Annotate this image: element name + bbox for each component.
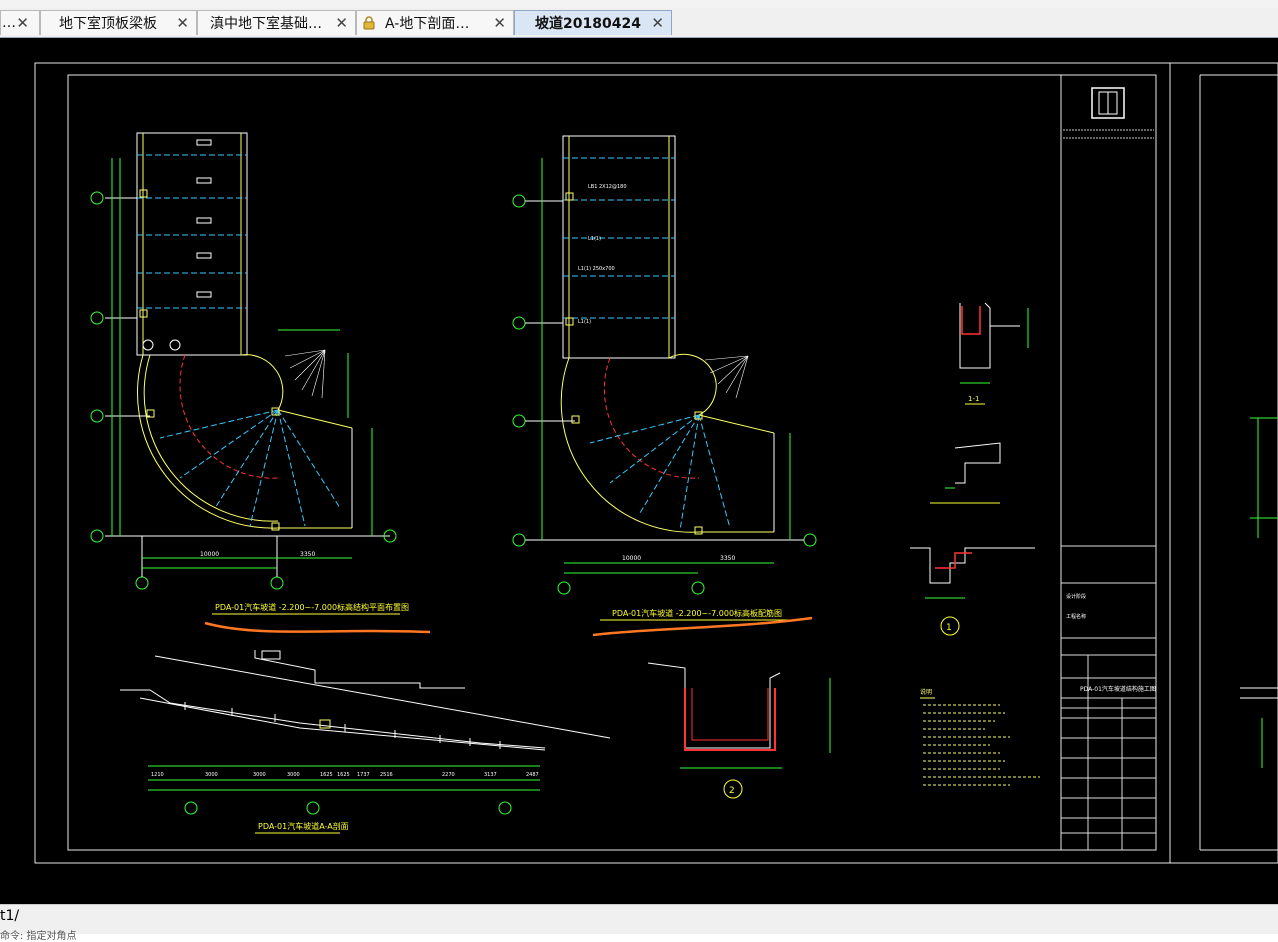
title-block: PDA-01汽车坡道结构施工图 设计阶段 工程名称 bbox=[1061, 87, 1156, 850]
close-icon[interactable]: ✕ bbox=[335, 14, 348, 32]
svg-text:设计阶段: 设计阶段 bbox=[1066, 593, 1086, 600]
tab-overflow[interactable]: … ✕ bbox=[0, 10, 40, 35]
svg-text:1625: 1625 bbox=[320, 772, 333, 778]
svg-text:2487: 2487 bbox=[526, 772, 539, 778]
tab-label: 坡道20180424 bbox=[535, 16, 641, 32]
tab-label: 地下室顶板梁板 bbox=[59, 16, 157, 32]
layout-tab[interactable]: t1/ bbox=[0, 908, 19, 924]
close-icon[interactable]: ✕ bbox=[16, 14, 29, 32]
svg-text:3137: 3137 bbox=[484, 772, 497, 778]
document-tab-bar: … ✕ 地下室顶板梁板 ✕ 滇中地下室基础… ✕ A-地下剖面… ✕ 坡道201… bbox=[0, 8, 1278, 38]
tab-label: A-地下剖面… bbox=[385, 16, 470, 32]
section-a-a: 1210 3000 3000 3000 1625 1625 1737 2516 … bbox=[120, 650, 611, 834]
svg-text:3350: 3350 bbox=[720, 555, 735, 562]
layout-tab-bar: t1/ 命令: 指定对角点 bbox=[0, 904, 1278, 942]
close-icon[interactable]: ✕ bbox=[651, 14, 664, 32]
svg-text:1: 1 bbox=[946, 623, 952, 633]
next-sheet-partial bbox=[1240, 417, 1278, 768]
svg-text:3000: 3000 bbox=[205, 772, 218, 778]
svg-text:工程名称: 工程名称 bbox=[1066, 613, 1086, 620]
right-ramp-plan: LB1 2X12@180 L1(1) L1(1) 250x700 L1(1) 1… bbox=[512, 135, 817, 637]
cad-drawing-canvas[interactable]: PDA-01汽车坡道结构施工图 设计阶段 工程名称 10000 3350 PDA… bbox=[0, 38, 1278, 904]
svg-text:1737: 1737 bbox=[357, 772, 370, 778]
svg-text:3000: 3000 bbox=[253, 772, 266, 778]
svg-text:2270: 2270 bbox=[442, 772, 455, 778]
tab-basement-section[interactable]: A-地下剖面… ✕ bbox=[356, 10, 514, 35]
command-line: 命令: 指定对角点 bbox=[0, 931, 77, 942]
tab-label: … bbox=[2, 15, 16, 31]
svg-text:10000: 10000 bbox=[200, 551, 219, 558]
close-icon[interactable]: ✕ bbox=[176, 14, 189, 32]
svg-text:10000: 10000 bbox=[622, 555, 641, 562]
detail-1: 1 bbox=[910, 547, 1035, 636]
svg-text:L1(1) 250x700: L1(1) 250x700 bbox=[578, 266, 615, 272]
svg-text:说明: 说明 bbox=[920, 688, 932, 696]
svg-text:1625: 1625 bbox=[337, 772, 350, 778]
svg-text:1-1: 1-1 bbox=[968, 395, 979, 403]
plan-left-title: PDA-01汽车坡道 -2.200~-7.000标高结构平面布置图 bbox=[215, 602, 409, 612]
tab-label: 滇中地下室基础… bbox=[210, 16, 322, 32]
svg-text:1210: 1210 bbox=[151, 772, 164, 778]
plan-right-title: PDA-01汽车坡道 -2.200~-7.000标高板配筋图 bbox=[612, 608, 782, 618]
svg-text:3350: 3350 bbox=[300, 551, 315, 558]
svg-text:2: 2 bbox=[729, 786, 735, 796]
project-title: PDA-01汽车坡道结构施工图 bbox=[1080, 685, 1156, 693]
cad-drawing: PDA-01汽车坡道结构施工图 设计阶段 工程名称 10000 3350 PDA… bbox=[34, 62, 1278, 864]
detail-1-1: 1-1 bbox=[959, 302, 1029, 405]
detail-2: 2 bbox=[647, 662, 831, 799]
close-icon[interactable]: ✕ bbox=[493, 14, 506, 32]
tab-dianzhong-foundation[interactable]: 滇中地下室基础… ✕ bbox=[197, 10, 356, 35]
notes: 说明 bbox=[920, 688, 1040, 786]
lock-icon bbox=[363, 16, 375, 30]
tab-basement-roof-beam[interactable]: 地下室顶板梁板 ✕ bbox=[40, 10, 197, 35]
detail-rail bbox=[930, 442, 1001, 504]
svg-text:3000: 3000 bbox=[287, 772, 300, 778]
left-ramp-plan: 10000 3350 PDA-01汽车坡道 -2.200~-7.000标高结构平… bbox=[90, 132, 431, 634]
svg-text:LB1 2X12@180: LB1 2X12@180 bbox=[588, 184, 627, 190]
svg-text:2516: 2516 bbox=[380, 772, 393, 778]
section-title: PDA-01汽车坡道A-A剖面 bbox=[258, 821, 349, 831]
tab-ramp-drawing[interactable]: 坡道20180424 ✕ bbox=[514, 10, 672, 35]
svg-text:L1(1): L1(1) bbox=[578, 319, 591, 325]
svg-text:L1(1): L1(1) bbox=[588, 236, 601, 242]
